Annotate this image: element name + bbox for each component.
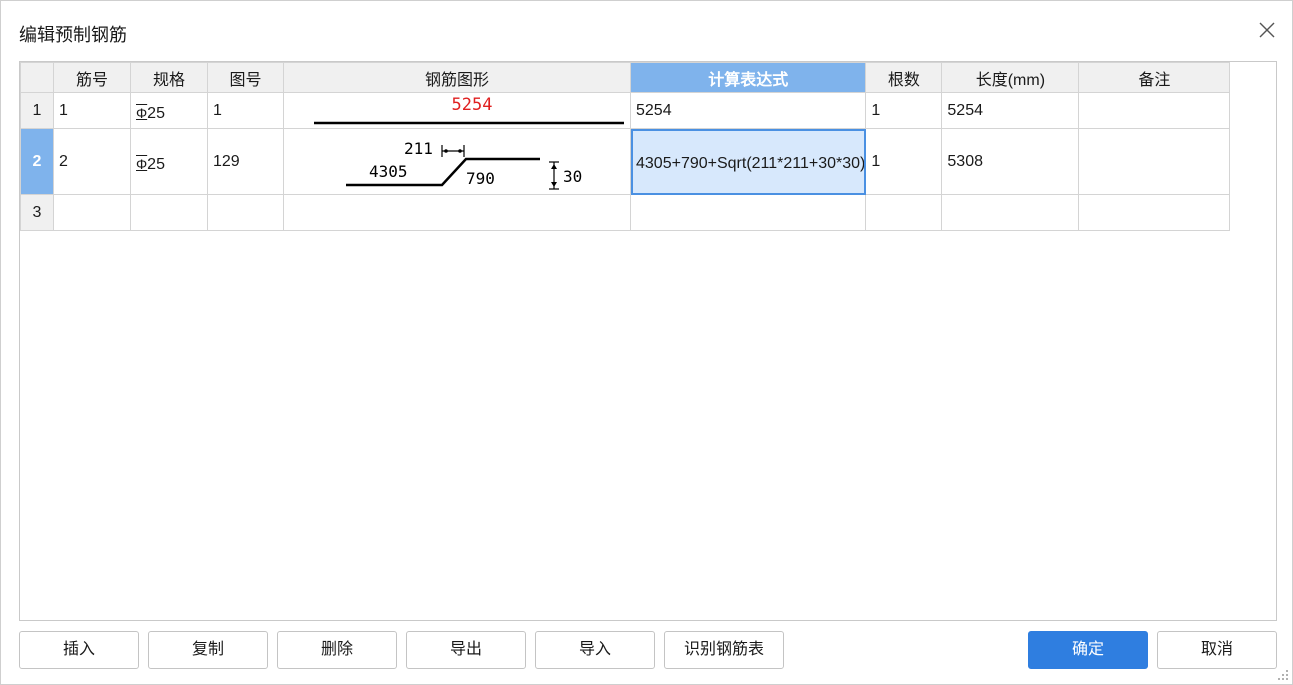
- table-row[interactable]: 1 1 Φ25 1 5254 5254 1 5254: [20, 92, 1231, 129]
- header-bar-no[interactable]: 筋号: [53, 62, 131, 93]
- close-button[interactable]: [1256, 19, 1278, 41]
- cancel-button[interactable]: 取消: [1157, 631, 1277, 669]
- rebar-grade-symbol: Φ: [136, 155, 148, 172]
- table-row[interactable]: 3: [20, 194, 1231, 231]
- header-count[interactable]: 根数: [865, 62, 943, 93]
- cell-bar-no[interactable]: 2: [53, 128, 131, 195]
- cell-length[interactable]: 5254: [941, 92, 1080, 129]
- dialog-title: 编辑预制钢筋: [19, 25, 127, 45]
- cell-remark[interactable]: [1078, 128, 1231, 195]
- cell-fig-no[interactable]: 129: [207, 128, 284, 195]
- cell-length[interactable]: [941, 194, 1080, 231]
- rebar-diameter: 25: [147, 104, 165, 122]
- title-bar[interactable]: 编辑预制钢筋: [1, 1, 1292, 59]
- cell-shape[interactable]: [283, 194, 631, 231]
- header-spec[interactable]: 规格: [130, 62, 208, 93]
- cell-fig-no[interactable]: [207, 194, 284, 231]
- cell-count[interactable]: 1: [865, 128, 943, 195]
- cell-formula-selected[interactable]: 4305+790+Sqrt(211*211+30*30): [629, 128, 867, 195]
- straight-bar-diagram: 5254: [314, 95, 624, 125]
- corner-header[interactable]: [20, 62, 54, 93]
- rebar-table: 筋号 规格 图号 钢筋图形 计算表达式 根数 长度(mm) 备注 1 1 Φ25…: [20, 62, 1231, 231]
- delete-button[interactable]: 删除: [277, 631, 397, 669]
- rebar-grid[interactable]: 筋号 规格 图号 钢筋图形 计算表达式 根数 长度(mm) 备注 1 1 Φ25…: [19, 61, 1277, 621]
- header-shape[interactable]: 钢筋图形: [283, 62, 631, 93]
- row-number[interactable]: 2: [20, 128, 54, 195]
- shape-height-label: 30: [563, 167, 582, 186]
- close-icon: [1259, 22, 1275, 38]
- cell-length[interactable]: 5308: [941, 128, 1080, 195]
- copy-button[interactable]: 复制: [148, 631, 268, 669]
- cell-remark[interactable]: [1078, 194, 1231, 231]
- cell-formula[interactable]: 5254: [629, 92, 867, 129]
- cell-shape[interactable]: 5254: [283, 92, 631, 129]
- rebar-grade-symbol: Φ: [136, 104, 148, 121]
- shape-left-label: 4305: [369, 162, 408, 181]
- resize-grip-icon[interactable]: [1277, 669, 1289, 681]
- cell-spec[interactable]: Φ25: [130, 92, 208, 129]
- cell-count[interactable]: 1: [865, 92, 943, 129]
- cell-fig-no[interactable]: 1: [207, 92, 284, 129]
- cell-spec[interactable]: [130, 194, 208, 231]
- export-button[interactable]: 导出: [406, 631, 526, 669]
- header-remark[interactable]: 备注: [1078, 62, 1231, 93]
- cell-bar-no[interactable]: 1: [53, 92, 131, 129]
- ok-button[interactable]: 确定: [1028, 631, 1148, 669]
- import-button[interactable]: 导入: [535, 631, 655, 669]
- table-row[interactable]: 2 2 Φ25 129 211 4305 790 30 4305+790+Sqr…: [20, 128, 1231, 195]
- cell-spec[interactable]: Φ25: [130, 128, 208, 195]
- row-number[interactable]: 3: [20, 194, 54, 231]
- shape-length-label: 5254: [452, 95, 493, 115]
- cell-shape[interactable]: 211 4305 790 30: [283, 128, 631, 195]
- cell-remark[interactable]: [1078, 92, 1231, 129]
- header-row: 筋号 规格 图号 钢筋图形 计算表达式 根数 长度(mm) 备注: [20, 62, 1231, 93]
- cell-bar-no[interactable]: [53, 194, 131, 231]
- row-number[interactable]: 1: [20, 92, 54, 129]
- header-length[interactable]: 长度(mm): [941, 62, 1080, 93]
- shape-slope-label: 790: [466, 169, 495, 188]
- insert-button[interactable]: 插入: [19, 631, 139, 669]
- header-formula[interactable]: 计算表达式: [629, 62, 867, 93]
- edit-prefab-rebar-dialog: 编辑预制钢筋 筋号 规格 图号 钢筋图形 计算表达式 根数 长度(mm) 备注 …: [0, 0, 1293, 685]
- recognize-rebar-table-button[interactable]: 识别钢筋表: [664, 631, 784, 669]
- cranked-bar-diagram: 211 4305 790 30: [346, 139, 582, 190]
- header-fig-no[interactable]: 图号: [207, 62, 284, 93]
- rebar-diameter: 25: [147, 155, 165, 173]
- cell-count[interactable]: [865, 194, 943, 231]
- shape-horizontal-label: 211: [404, 139, 433, 158]
- cell-formula[interactable]: [629, 194, 867, 231]
